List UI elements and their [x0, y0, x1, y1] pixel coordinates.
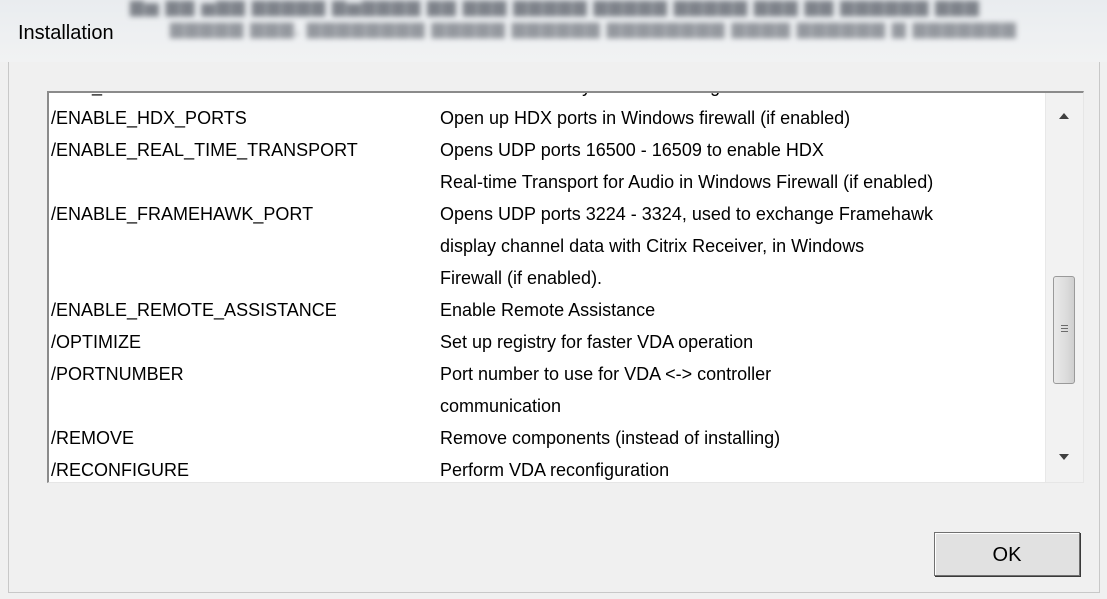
option-row[interactable]: /OPTIMIZE Set up registry for faster VDA …	[49, 326, 1047, 358]
option-switch: /RECONFIGURE	[51, 460, 190, 480]
option-row[interactable]: display channel data with Citrix Receive…	[49, 230, 1047, 262]
option-description: Perform VDA reconfiguration	[440, 460, 670, 480]
option-row[interactable]: communication	[49, 390, 1047, 422]
option-row[interactable]: /KEY_FILE Location of the key file for in…	[49, 93, 1047, 102]
option-row[interactable]: /ENABLE_HDX_PORTS Open up HDX ports in Wi…	[49, 102, 1047, 134]
scroll-thumb[interactable]	[1053, 276, 1075, 384]
option-row[interactable]: Firewall (if enabled).	[49, 262, 1047, 294]
option-row[interactable]: /ENABLE_REMOTE_ASSISTANCE Enable Remote A…	[49, 294, 1047, 326]
option-description: Real-time Transport for Audio in Windows…	[440, 172, 934, 192]
option-row[interactable]: /RECONFIGURE Perform VDA reconfiguration	[49, 454, 1047, 482]
option-switch: /REMOVE	[51, 428, 135, 448]
vertical-scrollbar[interactable]	[1045, 93, 1083, 482]
scroll-up-arrow-icon[interactable]	[1059, 113, 1069, 119]
option-row[interactable]: /ENABLE_REAL_TIME_TRANSPORT Opens UDP por…	[49, 134, 1047, 166]
option-row[interactable]: /ENABLE_FRAMEHAWK_PORT Opens UDP ports 32…	[49, 198, 1047, 230]
option-description: Opens UDP ports 3224 - 3324, used to exc…	[440, 204, 933, 224]
option-description: Location of the key file for installing …	[440, 93, 824, 102]
options-listbox[interactable]: /KEY_FILE Location of the key file for in…	[47, 91, 1084, 483]
option-switch: /ENABLE_HDX_PORTS	[51, 108, 247, 128]
grip-icon	[1061, 325, 1068, 334]
option-description: Firewall (if enabled).	[440, 268, 603, 288]
installation-dialog: ▆▅ ▆▆ ▅▆▆ ▆▆▆▆▆ ▆▅▆▆▆▆ ▆▆ ▆▆▆ ▆▆▆▆▆ ▆▆▆▆…	[0, 0, 1107, 599]
ok-button[interactable]: OK	[934, 532, 1080, 576]
option-description: Opens UDP ports 16500 - 16509 to enable …	[440, 140, 824, 160]
option-description: Port number to use for VDA <-> controlle…	[440, 364, 772, 384]
option-description: display channel data with Citrix Receive…	[440, 236, 865, 256]
option-switch: /KEY_FILE	[51, 93, 140, 102]
option-switch: /ENABLE_FRAMEHAWK_PORT	[51, 204, 314, 224]
option-switch: /PORTNUMBER	[51, 364, 184, 384]
option-row[interactable]: Real-time Transport for Audio in Windows…	[49, 166, 1047, 198]
option-switch: /OPTIMIZE	[51, 332, 141, 352]
option-row[interactable]: /REMOVE Remove components (instead of ins…	[49, 422, 1047, 454]
option-description: Remove components (instead of installing…	[440, 428, 781, 448]
option-switch: /ENABLE_REAL_TIME_TRANSPORT	[51, 140, 358, 160]
options-rows: /KEY_FILE Location of the key file for in…	[49, 93, 1047, 482]
blurred-background-text-2: ▆▆▆▆▆ ▆▆▆, ▆▆▆▆▆▆▆▆ ▆▆▆▆▆ ▆▆▆▆▆▆ ▆▆▆▆▆▆▆…	[170, 18, 1017, 38]
scroll-down-arrow-icon[interactable]	[1059, 454, 1069, 460]
option-row[interactable]: /PORTNUMBER Port number to use for VDA <-…	[49, 358, 1047, 390]
dialog-title: Installation	[18, 22, 114, 44]
option-description: Enable Remote Assistance	[440, 300, 656, 320]
option-description: communication	[440, 396, 562, 416]
option-description: Set up registry for faster VDA operation	[440, 332, 754, 352]
option-switch: /ENABLE_REMOTE_ASSISTANCE	[51, 300, 337, 320]
option-description: Open up HDX ports in Windows firewall (i…	[440, 108, 851, 128]
title-bar: ▆▅ ▆▆ ▅▆▆ ▆▆▆▆▆ ▆▅▆▆▆▆ ▆▆ ▆▆▆ ▆▆▆▆▆ ▆▆▆▆…	[0, 0, 1107, 62]
